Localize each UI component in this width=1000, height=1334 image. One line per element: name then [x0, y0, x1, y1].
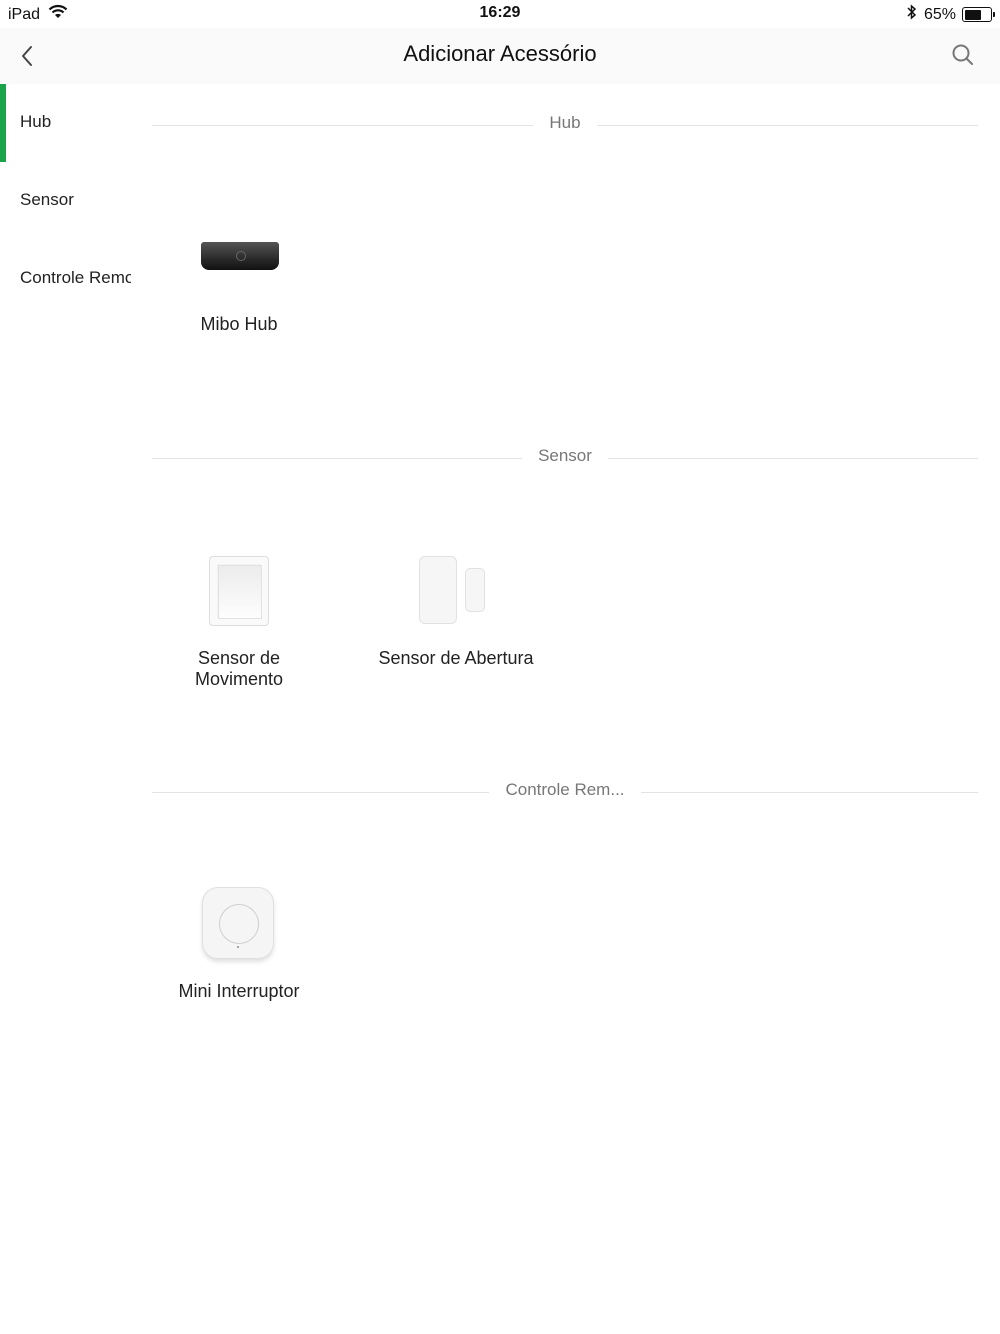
battery-icon	[962, 7, 995, 22]
device-name: Mini Interruptor	[178, 981, 300, 1001]
device-name: Mibo Hub	[200, 314, 278, 334]
section-header-hub: Hub	[152, 113, 978, 137]
status-bar: iPad 16:29 65%	[0, 0, 1000, 28]
section-header-sensor: Sensor	[152, 446, 978, 470]
sidebar-item-hub[interactable]: Hub	[0, 84, 131, 162]
category-sidebar: Hub Sensor Controle Remoto	[0, 84, 135, 318]
device-card-mini-switch[interactable]: Mini Interruptor	[152, 881, 326, 1002]
device-card-motion-sensor[interactable]: Sensor de Movimento	[152, 548, 326, 690]
device-name-line: Sensor de	[197, 648, 281, 668]
sidebar-item-label: Hub	[20, 112, 52, 131]
sidebar-item-sensor[interactable]: Sensor	[0, 162, 131, 240]
status-time: 16:29	[479, 4, 521, 21]
section-title: Hub	[533, 113, 597, 132]
battery-percent: 65%	[923, 5, 956, 23]
search-icon[interactable]	[950, 42, 976, 68]
sidebar-item-label: Sensor	[20, 190, 74, 209]
sidebar-item-label: Controle Remoto	[20, 268, 131, 287]
hub-icon	[152, 214, 326, 304]
device-name-line: Movimento	[194, 669, 284, 689]
section-title: Sensor	[522, 446, 608, 465]
device-name: Sensor de Abertura	[378, 648, 534, 668]
motion-sensor-icon	[152, 548, 326, 638]
battery-level	[964, 9, 981, 20]
nav-bar: Adicionar Acessório	[0, 28, 1000, 84]
device-card-door-sensor[interactable]: Sensor de Abertura	[369, 548, 543, 669]
page-title: Adicionar Acessório	[403, 41, 597, 66]
device-card-mibo-hub[interactable]: Mibo Hub	[152, 214, 326, 335]
device-name: Sensor de Movimento	[152, 648, 326, 690]
section-title: Controle Rem...	[489, 780, 641, 799]
bluetooth-icon	[906, 4, 918, 25]
door-sensor-icon	[369, 548, 543, 638]
section-header-remote: Controle Rem...	[152, 780, 978, 804]
wireless-switch-icon	[152, 881, 326, 971]
status-right: 65%	[906, 4, 995, 25]
sidebar-item-remote-control[interactable]: Controle Remoto	[0, 240, 131, 318]
